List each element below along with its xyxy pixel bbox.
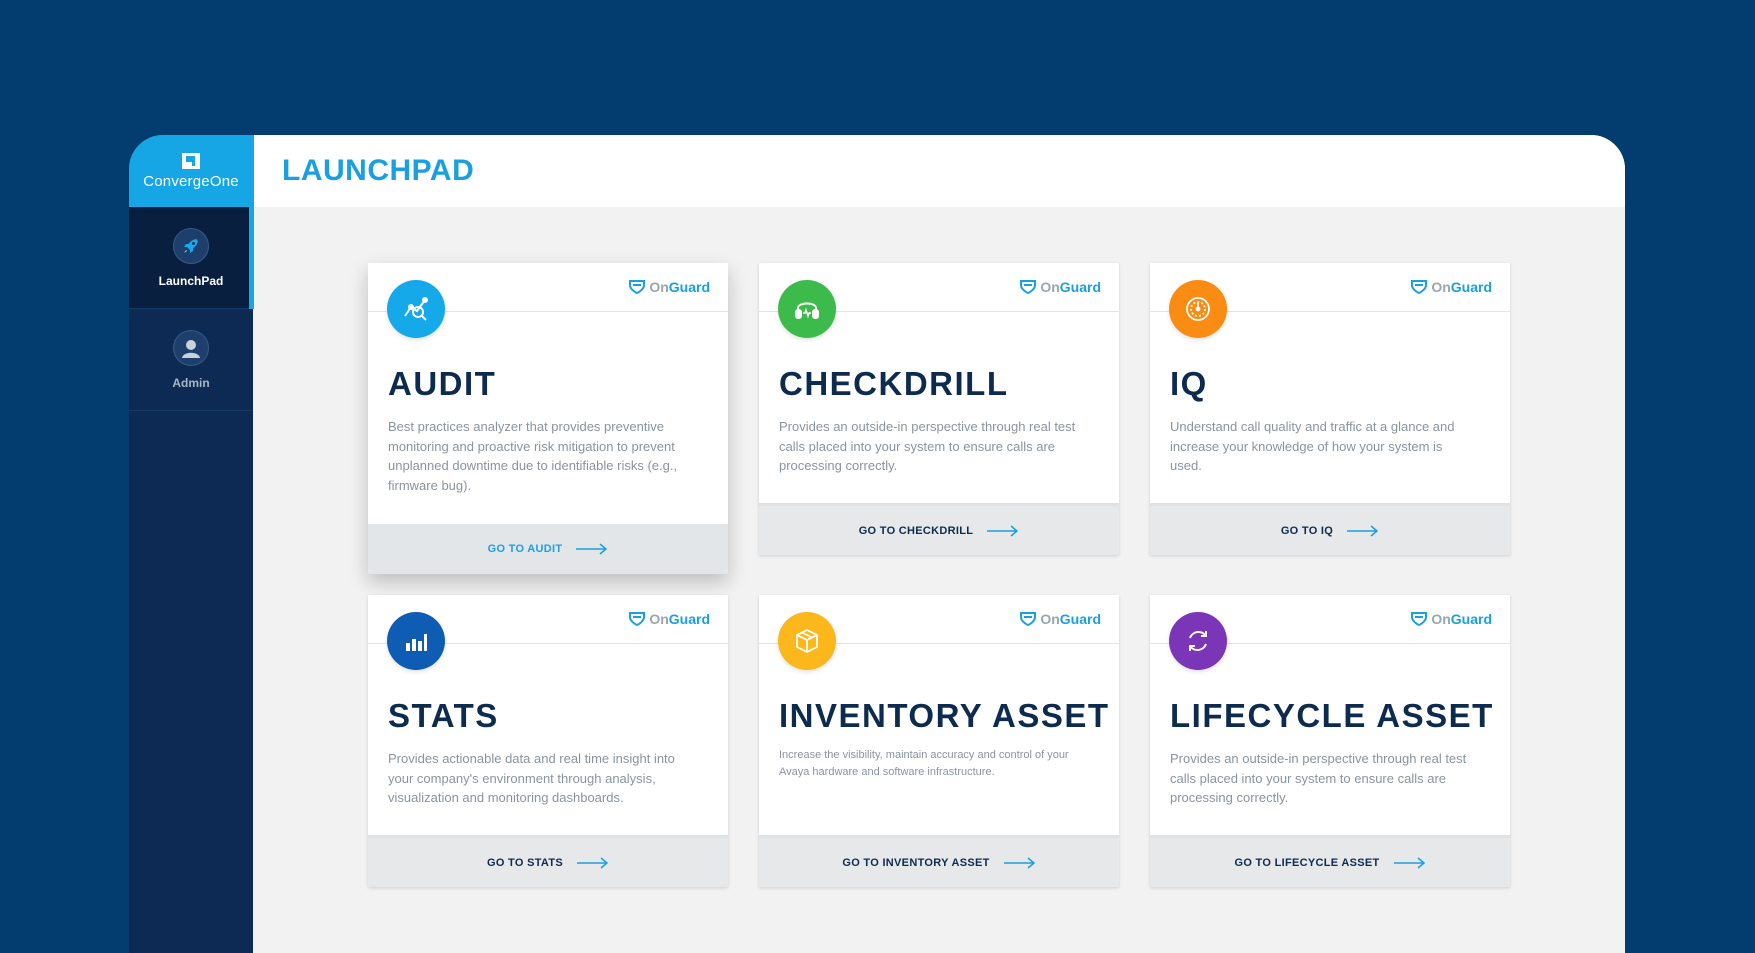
card-title: AUDIT: [388, 365, 497, 402]
go-to-inventory-asset-button[interactable]: GO TO INVENTORY ASSET: [759, 835, 1119, 887]
go-to-audit-button[interactable]: GO TO AUDIT: [368, 524, 728, 574]
brand-name: ConvergeOne: [143, 173, 239, 190]
user-icon: [173, 329, 209, 366]
rocket-icon: [173, 227, 209, 264]
headset-icon: [778, 280, 836, 338]
go-to-iq-button[interactable]: GO TO IQ: [1150, 503, 1510, 555]
sidebar-item-launchpad[interactable]: LaunchPad: [129, 207, 253, 309]
card-stats[interactable]: On Guard STATS Provides actionable data a…: [368, 595, 728, 887]
arrow-right-icon: [576, 543, 608, 555]
brand-logo[interactable]: ConvergeOne: [129, 135, 253, 207]
card-title: LIFECYCLE ASSET: [1170, 697, 1494, 734]
onguard-logo: On Guard: [1411, 611, 1492, 627]
card-cta-label: GO TO LIFECYCLE ASSET: [1234, 856, 1380, 869]
card-description: Understand call quality and traffic at a…: [1170, 419, 1455, 473]
card-iq[interactable]: On Guard IQ Understand call quality and t…: [1150, 263, 1510, 555]
card-title: STATS: [388, 697, 499, 734]
sidebar-item-admin[interactable]: Admin: [129, 309, 253, 411]
sidebar: ConvergeOne LaunchPad Admin: [129, 135, 253, 953]
onguard-logo: On Guard: [1020, 611, 1101, 627]
card-cta-label: GO TO STATS: [486, 856, 564, 869]
box-icon: [778, 612, 836, 670]
card-description: Provides an outside-in perspective throu…: [1170, 751, 1467, 805]
card-title: INVENTORY ASSET: [779, 697, 1110, 734]
onguard-shield-icon: [1411, 612, 1428, 626]
go-to-checkdrill-button[interactable]: GO TO CHECKDRILL: [759, 503, 1119, 555]
page-header: LAUNCHPAD: [254, 135, 1625, 207]
go-to-lifecycle-asset-button[interactable]: GO TO LIFECYCLE ASSET: [1150, 835, 1510, 887]
sidebar-item-label: LaunchPad: [158, 273, 224, 288]
card-lifecycle-asset[interactable]: On Guard LIFECYCLE ASSET Provides an outs…: [1150, 595, 1510, 887]
card-description: Provides an outside-in perspective throu…: [779, 419, 1076, 473]
app-window: ConvergeOne LaunchPad Admin LAUNCHPAD On…: [129, 135, 1625, 953]
arrow-right-icon: [1393, 856, 1425, 869]
onguard-shield-icon: [1411, 280, 1428, 294]
gauge-icon: [1169, 280, 1227, 338]
onguard-logo: On Guard: [629, 279, 710, 295]
card-cta-label: GO TO INVENTORY ASSET: [842, 856, 990, 869]
card-description: Increase the visibility, maintain accura…: [779, 749, 1069, 778]
convergeone-logo-icon: [182, 153, 200, 169]
onguard-shield-icon: [629, 612, 646, 626]
onguard-shield-icon: [629, 280, 646, 294]
refresh-cycle-icon: [1169, 612, 1227, 670]
bar-chart-icon: [387, 612, 445, 670]
page-title: LAUNCHPAD: [282, 154, 475, 187]
card-title: CHECKDRILL: [779, 365, 1009, 402]
onguard-shield-icon: [1020, 280, 1037, 294]
audit-analyzer-icon: [387, 280, 445, 338]
arrow-right-icon: [987, 524, 1019, 537]
onguard-shield-icon: [1020, 612, 1037, 626]
card-cta-label: GO TO CHECKDRILL: [858, 524, 974, 537]
onguard-logo: On Guard: [629, 611, 710, 627]
card-audit[interactable]: On Guard AUDIT Best practices analyzer th…: [368, 263, 728, 574]
onguard-logo: On Guard: [1020, 279, 1101, 295]
sidebar-item-label: Admin: [172, 375, 210, 390]
card-title: IQ: [1170, 365, 1208, 402]
onguard-logo: On Guard: [1411, 279, 1492, 295]
card-checkdrill[interactable]: On Guard CHECKDRILL Provides an outside-i…: [759, 263, 1119, 555]
arrow-right-icon: [577, 856, 609, 869]
card-cta-label: GO TO AUDIT: [487, 543, 563, 555]
go-to-stats-button[interactable]: GO TO STATS: [368, 835, 728, 887]
card-inventory-asset[interactable]: On Guard INVENTORY ASSET Increase the vis…: [759, 595, 1119, 887]
card-description: Provides actionable data and real time i…: [388, 751, 675, 805]
arrow-right-icon: [1347, 524, 1379, 537]
card-cta-label: GO TO IQ: [1280, 524, 1334, 537]
arrow-right-icon: [1003, 856, 1035, 869]
card-description: Best practices analyzer that provides pr…: [388, 419, 678, 493]
